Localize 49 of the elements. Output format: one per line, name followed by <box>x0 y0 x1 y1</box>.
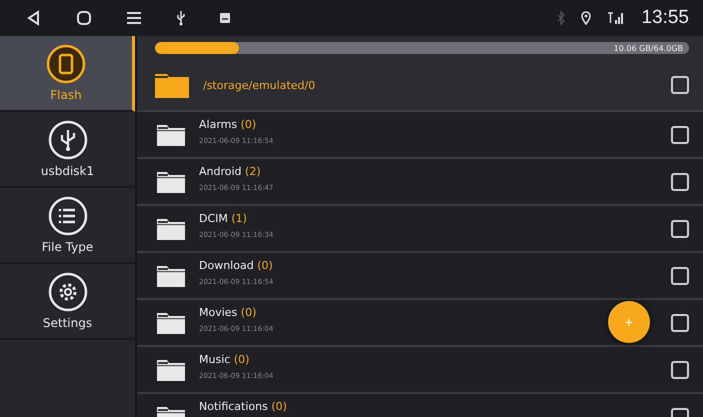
checkbox[interactable] <box>671 220 689 238</box>
folder-name: Download <box>199 259 254 272</box>
folder-name: Alarms <box>199 118 238 131</box>
back-icon[interactable] <box>26 10 42 26</box>
settings-icon <box>48 272 88 312</box>
folder-name: Notifications <box>199 400 268 413</box>
folder-icon <box>157 218 185 240</box>
checkbox[interactable] <box>671 266 689 284</box>
sidebar-item[interactable]: Flash <box>0 36 135 112</box>
folder-icon <box>157 358 185 380</box>
item-count: (0) <box>240 118 256 131</box>
home-icon[interactable] <box>76 10 92 26</box>
bluetooth-icon <box>557 11 566 25</box>
sidebar-item[interactable]: usbdisk1 <box>0 112 135 188</box>
menu-icon[interactable] <box>126 11 142 25</box>
folder-icon <box>155 72 189 98</box>
usb-icon <box>48 120 88 160</box>
folder-icon <box>157 264 185 286</box>
clock-time: 13:55 <box>641 7 689 29</box>
item-count: (0) <box>234 353 250 366</box>
sidebar-item[interactable]: Settings <box>0 264 135 340</box>
folder-row[interactable]: Notifications (0) <box>137 394 703 417</box>
folder-name: DCIM <box>199 212 228 225</box>
folder-icon <box>157 312 185 334</box>
folder-icon <box>157 124 185 146</box>
checkbox[interactable] <box>671 172 689 190</box>
item-count: (0) <box>257 259 273 272</box>
sidebar-item[interactable]: File Type <box>0 188 135 264</box>
item-count: (0) <box>240 306 256 319</box>
checkbox[interactable] <box>671 360 689 378</box>
item-count: (1) <box>231 212 247 225</box>
image-icon <box>220 13 230 23</box>
folder-name: Android <box>199 165 242 178</box>
storage-reading: 10.06 GB/64.0GB <box>614 44 684 52</box>
folder-name: Movies <box>199 306 238 319</box>
checkbox[interactable] <box>671 314 689 332</box>
phone-icon <box>46 44 86 84</box>
list-icon <box>48 196 88 236</box>
usb-icon <box>176 10 186 26</box>
folder-icon <box>157 170 185 192</box>
signal-icon <box>607 11 626 25</box>
path-row[interactable]: /storage/emulated/0 <box>137 60 703 112</box>
path-label: /storage/emulated/0 <box>203 78 316 92</box>
location-icon <box>581 11 592 25</box>
item-count: (2) <box>245 165 261 178</box>
item-count: (0) <box>271 400 287 413</box>
checkbox[interactable] <box>671 126 689 144</box>
checkbox[interactable] <box>671 76 689 94</box>
folder-name: Music <box>199 353 230 366</box>
